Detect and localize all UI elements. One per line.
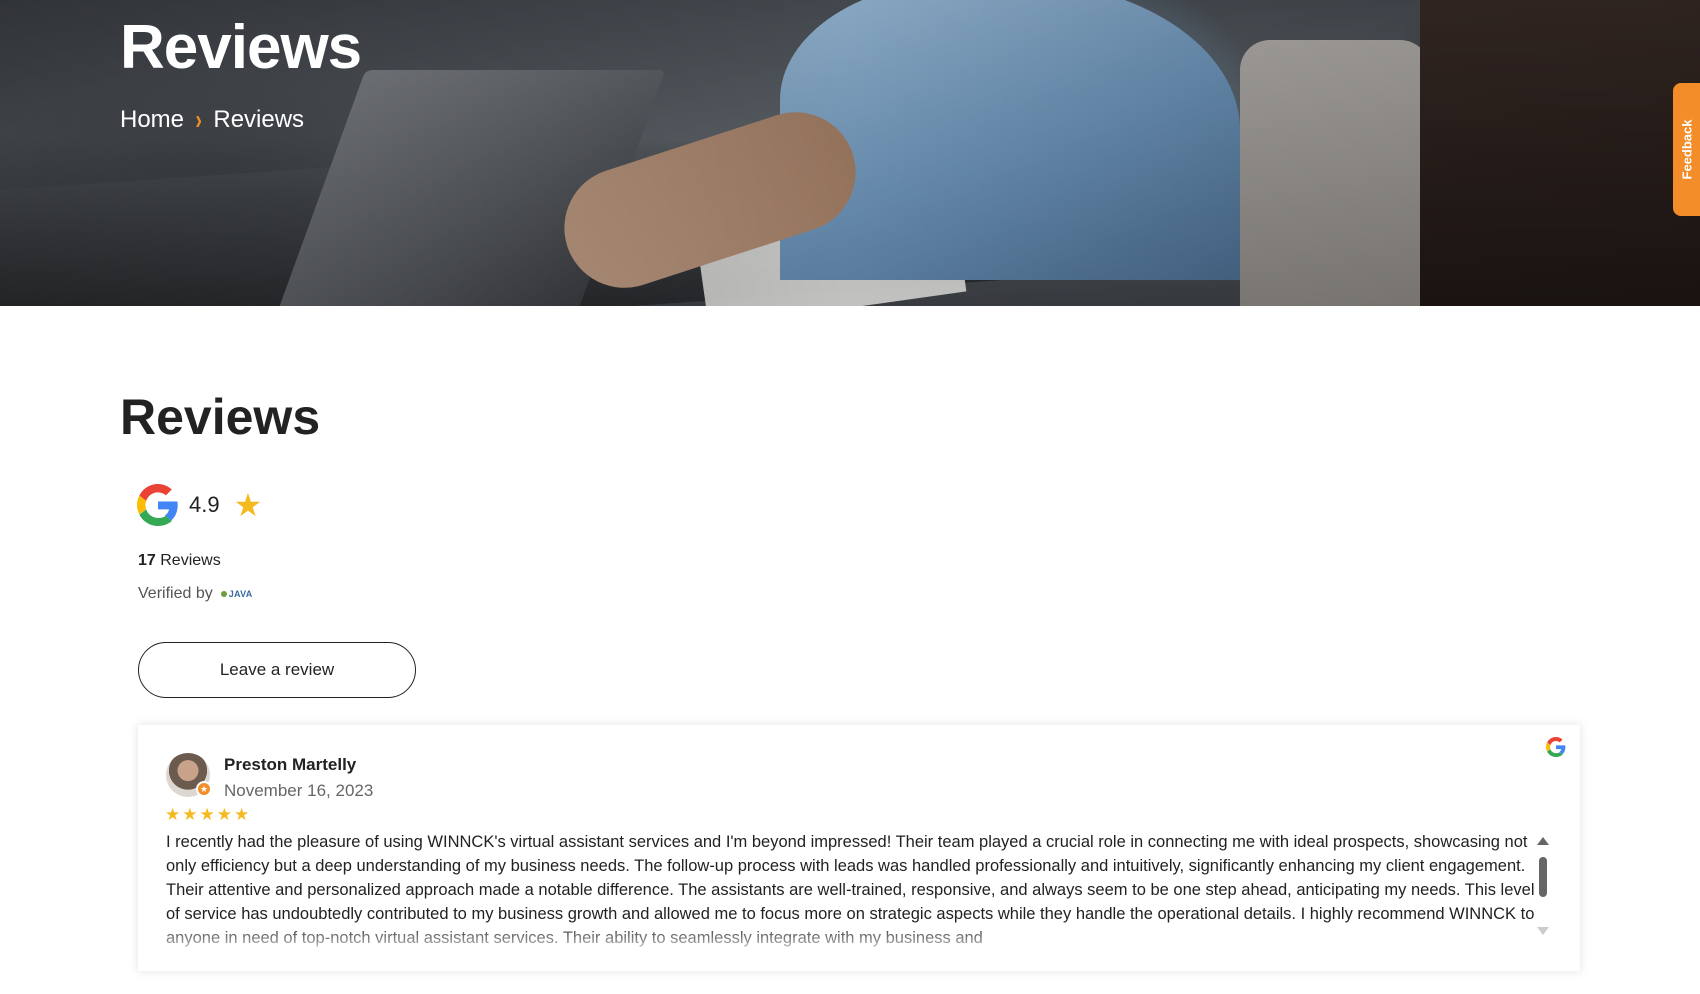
star-icon: ★ bbox=[233, 487, 263, 523]
feedback-tab-label: Feedback bbox=[1679, 119, 1695, 180]
review-date: November 16, 2023 bbox=[224, 781, 374, 800]
breadcrumb-current: Reviews bbox=[213, 106, 305, 133]
verified-label: Verified by bbox=[138, 585, 213, 602]
hero-title: Reviews bbox=[120, 13, 362, 82]
review-card: ★ Preston Martelly November 16, 2023 ★★★… bbox=[138, 725, 1580, 971]
reviewer-name: Preston Martelly bbox=[224, 755, 357, 774]
verifier-logo: JAVA bbox=[220, 589, 253, 599]
breadcrumb-home-link[interactable]: Home bbox=[120, 106, 184, 134]
section-title: Reviews bbox=[120, 389, 321, 445]
scroll-down-arrow-icon[interactable] bbox=[1537, 927, 1549, 935]
badge-icon: ★ bbox=[196, 781, 212, 797]
review-text-scroll[interactable]: I recently had the pleasure of using WIN… bbox=[166, 830, 1538, 956]
scrollbar-thumb[interactable] bbox=[1539, 857, 1547, 897]
review-count-number: 17 bbox=[138, 552, 156, 569]
google-logo-icon bbox=[137, 484, 178, 526]
feedback-tab[interactable]: Feedback bbox=[1673, 83, 1700, 216]
review-count: 17 Reviews bbox=[138, 552, 221, 570]
scroll-up-arrow-icon[interactable] bbox=[1537, 837, 1549, 845]
rating-summary: 4.9 ★ bbox=[137, 484, 262, 526]
leave-review-button[interactable]: Leave a review bbox=[138, 642, 416, 698]
chevron-right-icon: › bbox=[195, 104, 202, 135]
review-text-fade bbox=[166, 930, 1538, 956]
verified-by: Verified by JAVA bbox=[138, 585, 253, 603]
rating-value: 4.9 bbox=[189, 492, 220, 517]
google-logo-icon bbox=[1546, 737, 1566, 757]
breadcrumb: Home › Reviews bbox=[120, 106, 304, 134]
review-count-label: Reviews bbox=[160, 552, 221, 569]
review-stars: ★★★★★ bbox=[165, 805, 252, 824]
hero-banner: Reviews Home › Reviews bbox=[0, 0, 1700, 306]
